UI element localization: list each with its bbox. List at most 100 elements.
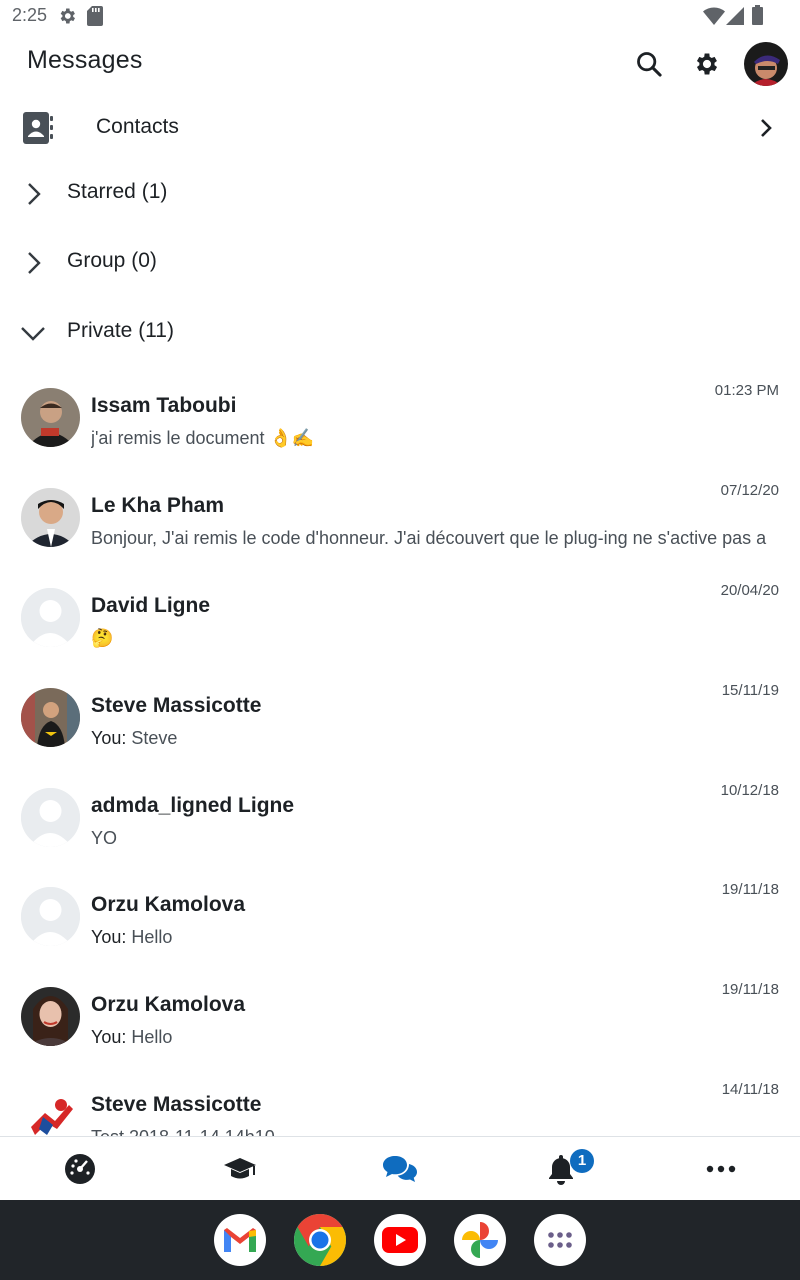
contact-avatar <box>21 987 80 1046</box>
section-group[interactable]: Group (0) <box>0 235 800 291</box>
conversation-item[interactable]: Steve Massicotte 15/11/19 You: Steve <box>0 670 800 770</box>
preview-text: Bonjour, J'ai remis le code d'honneur. J… <box>91 528 767 548</box>
nav-courses[interactable] <box>222 1151 258 1187</box>
app-drawer-icon <box>548 1232 572 1248</box>
messages-icon <box>383 1156 417 1182</box>
message-preview: You: Hello <box>91 1027 783 1048</box>
default-avatar <box>21 887 80 946</box>
settings-status-icon <box>60 8 75 24</box>
message-preview: You: Steve <box>91 728 783 749</box>
user-avatar[interactable] <box>744 42 788 86</box>
wifi-icon <box>703 7 725 25</box>
signal-icon <box>726 7 744 25</box>
preview-text: Test 2018-11-14 14h10 <box>91 1127 275 1136</box>
chevron-right-icon <box>28 183 41 205</box>
preview-text: Hello <box>131 1027 173 1047</box>
conversation-item[interactable]: Orzu Kamolova 19/11/18 You: Hello <box>0 969 800 1069</box>
contact-avatar <box>21 488 80 547</box>
contact-name: admda_ligned Ligne <box>91 794 295 817</box>
you-prefix: You: <box>91 927 127 947</box>
contact-name: Orzu Kamolova <box>91 993 246 1016</box>
nav-dashboard[interactable] <box>62 1151 98 1187</box>
notification-badge: 1 <box>570 1149 594 1173</box>
message-time: 07/12/20 <box>720 482 779 499</box>
settings-button[interactable] <box>689 46 725 82</box>
message-preview: YO <box>91 828 783 849</box>
message-time: 14/11/18 <box>721 1081 779 1098</box>
section-label: Private (11) <box>67 319 174 342</box>
preview-text: Steve <box>131 728 178 748</box>
android-dock <box>0 1200 800 1280</box>
search-button[interactable] <box>631 46 667 82</box>
message-time: 10/12/18 <box>720 782 779 799</box>
app-bar: Messages <box>0 32 800 96</box>
message-preview: Test 2018-11-14 14h10 <box>91 1127 783 1136</box>
contacts-icon <box>23 112 53 144</box>
conversation-item[interactable]: Issam Taboubi 01:23 PM j'ai remis le doc… <box>0 370 800 470</box>
search-icon <box>637 52 662 77</box>
sd-card-icon <box>87 6 103 26</box>
contact-name: Le Kha Pham <box>91 494 225 517</box>
conversation-item[interactable]: admda_ligned Ligne 10/12/18 YO <box>0 770 800 870</box>
gmail-app[interactable] <box>214 1214 266 1266</box>
youtube-icon <box>382 1227 418 1253</box>
courses-icon <box>224 1158 256 1179</box>
message-time: 15/11/19 <box>721 682 779 699</box>
message-time: 20/04/20 <box>720 582 779 599</box>
preview-text: YO <box>91 828 118 848</box>
bottom-navigation: 1 <box>0 1136 800 1201</box>
contacts-link[interactable]: Contacts <box>0 100 800 156</box>
gmail-icon <box>224 1228 256 1252</box>
photos-app[interactable] <box>454 1214 506 1266</box>
contact-name: David Ligne <box>91 594 211 617</box>
contact-name: Orzu Kamolova <box>91 893 246 916</box>
status-bar: 2:25 <box>0 0 800 32</box>
message-preview: You: Hello <box>91 927 783 948</box>
chevron-right-icon <box>28 252 41 274</box>
you-prefix: You: <box>91 1027 127 1047</box>
nav-more[interactable] <box>703 1151 739 1187</box>
gear-icon <box>696 53 718 75</box>
chevron-down-icon <box>21 327 45 341</box>
message-time: 19/11/18 <box>721 981 779 998</box>
message-preview: Bonjour, J'ai remis le code d'honneur. J… <box>91 528 783 549</box>
contact-avatar <box>21 688 80 747</box>
conversation-item[interactable]: Steve Massicotte 14/11/18 Test 2018-11-1… <box>0 1069 800 1136</box>
section-label: Starred (1) <box>67 180 168 203</box>
contact-name: Issam Taboubi <box>91 394 237 417</box>
chrome-app[interactable] <box>294 1214 346 1266</box>
chrome-icon <box>294 1214 346 1266</box>
section-label: Group (0) <box>67 249 157 272</box>
message-time: 01:23 PM <box>714 382 779 399</box>
message-preview: 🤔 <box>91 628 783 649</box>
you-prefix: You: <box>91 728 127 748</box>
page-title: Messages <box>27 46 143 74</box>
conversation-list[interactable]: Issam Taboubi 01:23 PM j'ai remis le doc… <box>0 368 800 1136</box>
conversation-item[interactable]: David Ligne 20/04/20 🤔 <box>0 570 800 670</box>
battery-icon <box>752 5 763 25</box>
contacts-label: Contacts <box>96 115 179 138</box>
conversation-item[interactable]: Orzu Kamolova 19/11/18 You: Hello <box>0 869 800 969</box>
default-avatar <box>21 788 80 847</box>
nav-messages[interactable] <box>382 1151 418 1187</box>
contact-avatar <box>21 388 80 447</box>
contact-avatar <box>21 1087 80 1136</box>
message-time: 19/11/18 <box>721 881 779 898</box>
contact-name: Steve Massicotte <box>91 694 262 717</box>
preview-text: j'ai remis le document 👌✍️ <box>91 428 315 448</box>
status-time: 2:25 <box>12 5 48 25</box>
youtube-app[interactable] <box>374 1214 426 1266</box>
more-icon <box>706 1165 736 1173</box>
contact-name: Steve Massicotte <box>91 1093 262 1116</box>
preview-text: Hello <box>131 927 173 947</box>
conversation-item[interactable]: Le Kha Pham 07/12/20 Bonjour, J'ai remis… <box>0 470 800 570</box>
section-starred[interactable]: Starred (1) <box>0 166 800 222</box>
message-preview: j'ai remis le document 👌✍️ <box>91 428 783 449</box>
dashboard-icon <box>65 1154 95 1184</box>
app-drawer[interactable] <box>534 1214 586 1266</box>
section-private[interactable]: Private (11) <box>0 305 800 361</box>
preview-text: 🤔 <box>91 628 114 648</box>
photos-icon <box>462 1222 498 1258</box>
chevron-right-icon <box>761 119 772 137</box>
default-avatar <box>21 588 80 647</box>
